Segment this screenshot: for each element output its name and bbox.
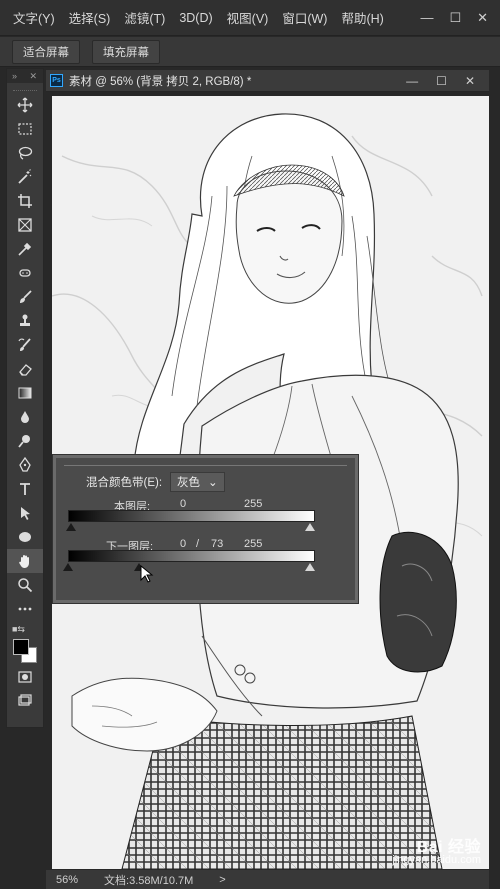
baidu-watermark: Bai 经验 jingyan.baidu.com xyxy=(392,839,481,867)
this-layer-black-slider[interactable] xyxy=(66,523,76,531)
doc-minimize-icon[interactable]: — xyxy=(406,74,418,88)
lasso-icon[interactable] xyxy=(7,141,43,165)
underlying-black-slider-left[interactable] xyxy=(63,563,73,571)
underlying-high-value: 255 xyxy=(244,538,263,550)
frame-icon[interactable] xyxy=(7,213,43,237)
stamp-icon[interactable] xyxy=(7,309,43,333)
ps-file-icon: Ps xyxy=(50,74,63,87)
more-icon[interactable] xyxy=(7,597,43,621)
status-menu-arrow-icon[interactable]: > xyxy=(219,874,225,886)
document-window-controls: — ☐ ✕ xyxy=(406,74,489,88)
menu-3d[interactable]: 3D(D) xyxy=(172,11,219,25)
menu-view[interactable]: 视图(V) xyxy=(220,8,276,27)
chevron-down-icon: ⌄ xyxy=(208,477,218,489)
brush-icon[interactable] xyxy=(7,285,43,309)
blur-icon[interactable] xyxy=(7,405,43,429)
underlying-white-slider[interactable] xyxy=(305,563,315,571)
underlying-split-value: 73 xyxy=(211,538,224,550)
spot-heal-icon[interactable] xyxy=(7,261,43,285)
document-tab[interactable]: Ps 素材 @ 56% (背景 拷贝 2, RGB/8) * — ☐ ✕ xyxy=(46,70,489,92)
gradient-icon[interactable] xyxy=(7,381,43,405)
menu-filter[interactable]: 滤镜(T) xyxy=(117,8,172,27)
minimize-icon[interactable]: — xyxy=(420,10,433,25)
default-colors-icon[interactable]: ■⇆ xyxy=(12,624,25,635)
screen-mode-icon[interactable] xyxy=(7,689,43,713)
fit-screen-button[interactable]: 适合屏幕 xyxy=(12,39,80,64)
menu-select[interactable]: 选择(S) xyxy=(62,8,118,27)
ellipse-icon[interactable] xyxy=(7,525,43,549)
options-bar: 适合屏幕 填充屏幕 xyxy=(0,37,500,67)
blend-if-select[interactable]: 灰色 ⌄ xyxy=(170,472,225,492)
dodge-icon[interactable] xyxy=(7,429,43,453)
menu-bar: 文字(Y) 选择(S) 滤镜(T) 3D(D) 视图(V) 窗口(W) 帮助(H… xyxy=(0,0,500,36)
eraser-icon[interactable] xyxy=(7,357,43,381)
app-window-controls: — ☐ ✕ xyxy=(420,10,500,26)
blend-if-header: 混合颜色带(E): 灰色 ⌄ xyxy=(86,472,225,492)
watermark-site: jingyan.baidu.com xyxy=(392,854,481,866)
photoshop-window: 文字(Y) 选择(S) 滤镜(T) 3D(D) 视图(V) 窗口(W) 帮助(H… xyxy=(0,0,500,889)
this-layer-gradient xyxy=(68,510,315,522)
doc-close-icon[interactable]: ✕ xyxy=(465,74,475,88)
close-icon[interactable]: ✕ xyxy=(477,10,488,26)
doc-maximize-icon[interactable]: ☐ xyxy=(436,74,447,88)
color-swatches: ■⇆ xyxy=(7,621,43,665)
this-layer-low-value: 0 xyxy=(180,498,187,510)
fill-screen-button[interactable]: 填充屏幕 xyxy=(92,39,160,64)
underlying-separator: / xyxy=(196,538,200,550)
this-layer-white-slider[interactable] xyxy=(305,523,315,531)
menu-help[interactable]: 帮助(H) xyxy=(334,8,390,27)
zoom-level[interactable]: 56% xyxy=(56,874,78,886)
underlying-gradient xyxy=(68,550,315,562)
hand-icon[interactable] xyxy=(7,549,43,573)
eyedropper-icon[interactable] xyxy=(7,237,43,261)
marquee-icon[interactable] xyxy=(7,117,43,141)
this-layer-high-value: 255 xyxy=(244,498,263,510)
pen-icon[interactable] xyxy=(7,453,43,477)
status-bar: 56% 文档:3.58M/10.7M > xyxy=(46,870,489,889)
path-select-icon[interactable] xyxy=(7,501,43,525)
collapse-icon[interactable]: » xyxy=(12,71,18,81)
tools-panel-header: » ✕ xyxy=(7,69,43,83)
blend-if-value: 灰色 xyxy=(177,477,201,489)
document-title: 素材 @ 56% (背景 拷贝 2, RGB/8) * xyxy=(69,75,252,88)
menu-window[interactable]: 窗口(W) xyxy=(275,8,334,27)
type-icon[interactable] xyxy=(7,477,43,501)
magic-wand-icon[interactable] xyxy=(7,165,43,189)
foreground-color-swatch[interactable] xyxy=(13,639,29,655)
history-brush-icon[interactable] xyxy=(7,333,43,357)
panel-close-icon[interactable]: ✕ xyxy=(29,71,38,82)
zoom-icon[interactable] xyxy=(7,573,43,597)
blend-if-label: 混合颜色带(E): xyxy=(86,477,163,489)
quick-mask-icon[interactable] xyxy=(7,665,43,689)
tools-panel: » ✕ ■⇆ xyxy=(6,68,44,728)
crop-icon[interactable] xyxy=(7,189,43,213)
mouse-cursor-icon xyxy=(140,565,154,583)
blend-if-panel: 混合颜色带(E): 灰色 ⌄ 本图层: 0 255 下一图层: 0 / 73 2… xyxy=(53,455,358,603)
maximize-icon[interactable]: ☐ xyxy=(449,10,461,26)
panel-divider xyxy=(64,465,347,466)
menu-type[interactable]: 文字(Y) xyxy=(6,8,62,27)
watermark-logo: Bai 经验 xyxy=(416,839,481,856)
move-icon[interactable] xyxy=(7,93,43,117)
document-size: 文档:3.58M/10.7M xyxy=(104,874,194,887)
panel-grip[interactable] xyxy=(13,85,37,91)
underlying-low-value: 0 xyxy=(180,538,187,550)
